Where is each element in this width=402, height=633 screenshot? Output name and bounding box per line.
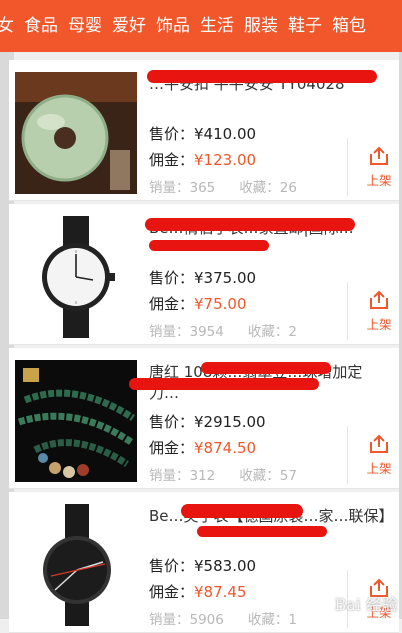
upload-icon	[370, 146, 388, 165]
list-on-shelf-button[interactable]: 上架	[359, 146, 399, 189]
upload-icon	[370, 434, 388, 453]
price-label: 售价：	[149, 269, 195, 287]
stats-row: 销量：312 收藏：57	[149, 464, 297, 484]
list-on-shelf-label: 上架	[366, 317, 392, 332]
category-tab-bar: 女 食品 母婴 爱好 饰品 生活 服装 鞋子 箱包	[0, 0, 402, 52]
price-row: 售价：¥583.00	[149, 555, 256, 576]
commission-row: 佣金：¥87.45	[149, 581, 247, 602]
favorites-value: 57	[279, 468, 297, 484]
product-card[interactable]: …平安扣 平平安安 TY04028 售价：¥410.00 佣金：¥123.00 …	[9, 60, 399, 201]
redaction-mark	[201, 362, 331, 374]
price-row: 售价：¥375.00	[149, 267, 256, 288]
sales-value: 5906	[189, 612, 224, 628]
tab-hobby[interactable]: 爱好	[107, 0, 151, 52]
list-on-shelf-label: 上架	[366, 461, 392, 476]
redaction-mark	[149, 240, 269, 251]
sales-label: 销量：	[149, 612, 190, 628]
stats-row: 销量：3954 收藏：2	[149, 320, 297, 340]
sales-value: 312	[189, 468, 216, 484]
stats-row: 销量：5906 收藏：1	[149, 608, 297, 628]
commission-row: 佣金：¥123.00	[149, 149, 256, 170]
commission-label: 佣金：	[149, 439, 195, 457]
sales-label: 销量：	[149, 180, 190, 196]
divider	[347, 426, 348, 484]
price-value: ¥410.00	[194, 125, 257, 143]
sales-value: 3954	[189, 324, 224, 340]
favorites-value: 26	[279, 180, 297, 196]
favorites-label: 收藏：	[239, 468, 280, 484]
price-value: ¥2915.00	[194, 413, 266, 431]
commission-value: ¥874.50	[194, 439, 257, 457]
favorites-label: 收藏：	[247, 612, 289, 628]
tab-food[interactable]: 食品	[19, 0, 63, 52]
product-image-bracelet[interactable]	[15, 360, 137, 482]
list-on-shelf-button[interactable]: 上架	[359, 290, 399, 333]
commission-value: ¥75.00	[194, 295, 247, 313]
divider	[347, 138, 348, 196]
stats-row: 销量：365 收藏：26	[149, 176, 297, 196]
commission-label: 佣金：	[149, 151, 195, 169]
tab-bags[interactable]: 箱包	[327, 0, 371, 52]
commission-label: 佣金：	[149, 295, 195, 313]
favorites-value: 2	[288, 324, 297, 340]
product-image-watch-white[interactable]	[15, 216, 137, 338]
redaction-mark	[147, 70, 377, 83]
price-label: 售价：	[149, 413, 195, 431]
list-on-shelf-label: 上架	[366, 173, 392, 188]
redaction-mark	[181, 504, 303, 518]
favorites-label: 收藏：	[247, 324, 289, 340]
sales-label: 销量：	[149, 468, 190, 484]
price-label: 售价：	[149, 557, 195, 575]
tab-shoes[interactable]: 鞋子	[283, 0, 327, 52]
sales-value: 365	[189, 180, 216, 196]
commission-value: ¥123.00	[194, 151, 257, 169]
tab-clothing[interactable]: 服装	[239, 0, 283, 52]
favorites-value: 1	[288, 612, 297, 628]
baidu-watermark: Bai 经验	[334, 595, 398, 614]
redaction-mark	[145, 218, 355, 231]
redaction-mark	[129, 378, 319, 390]
price-row: 售价：¥410.00	[149, 123, 256, 144]
commission-label: 佣金：	[149, 583, 195, 601]
favorites-label: 收藏：	[239, 180, 280, 196]
commission-row: 佣金：¥874.50	[149, 437, 256, 458]
tab-women[interactable]: 女	[0, 0, 19, 52]
price-value: ¥375.00	[194, 269, 257, 287]
list-on-shelf-button[interactable]: 上架	[359, 434, 399, 477]
price-value: ¥583.00	[194, 557, 257, 575]
price-label: 售价：	[149, 125, 195, 143]
upload-icon	[370, 290, 388, 309]
product-image-jade[interactable]	[15, 72, 137, 194]
commission-value: ¥87.45	[194, 583, 247, 601]
sales-label: 销量：	[149, 324, 190, 340]
commission-row: 佣金：¥75.00	[149, 293, 247, 314]
product-image-watch-black[interactable]	[15, 504, 137, 626]
price-row: 售价：¥2915.00	[149, 411, 266, 432]
tab-baby[interactable]: 母婴	[63, 0, 107, 52]
product-card[interactable]: Be…情侣手表…家直邮|国际… 售价：¥375.00 佣金：¥75.00 销量：…	[9, 204, 399, 345]
divider	[347, 282, 348, 340]
tab-accessories[interactable]: 饰品	[151, 0, 195, 52]
tab-life[interactable]: 生活	[195, 0, 239, 52]
product-card[interactable]: 唐红 108颗…翡翠豆…珠增加定力… 售价：¥2915.00 佣金：¥874.5…	[9, 348, 399, 489]
redaction-mark	[197, 526, 327, 537]
